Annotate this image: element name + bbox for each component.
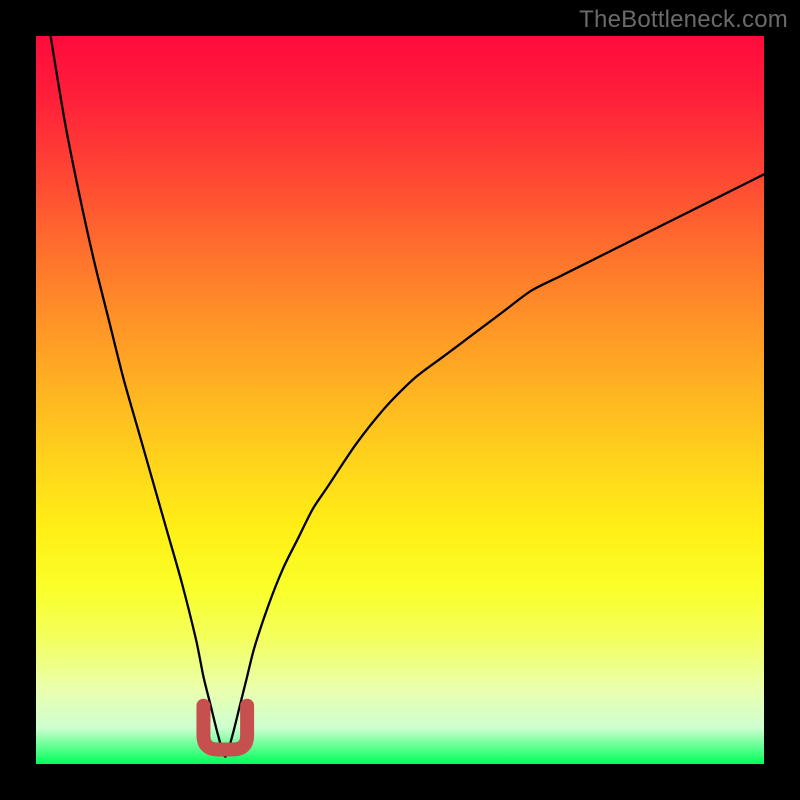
bottleneck-curve-svg — [36, 36, 764, 764]
watermark-text: TheBottleneck.com — [579, 6, 788, 34]
plot-frame — [36, 36, 764, 764]
vertex-marker — [203, 706, 247, 750]
bottleneck-curve — [51, 36, 764, 757]
chart-container: TheBottleneck.com — [0, 0, 800, 800]
